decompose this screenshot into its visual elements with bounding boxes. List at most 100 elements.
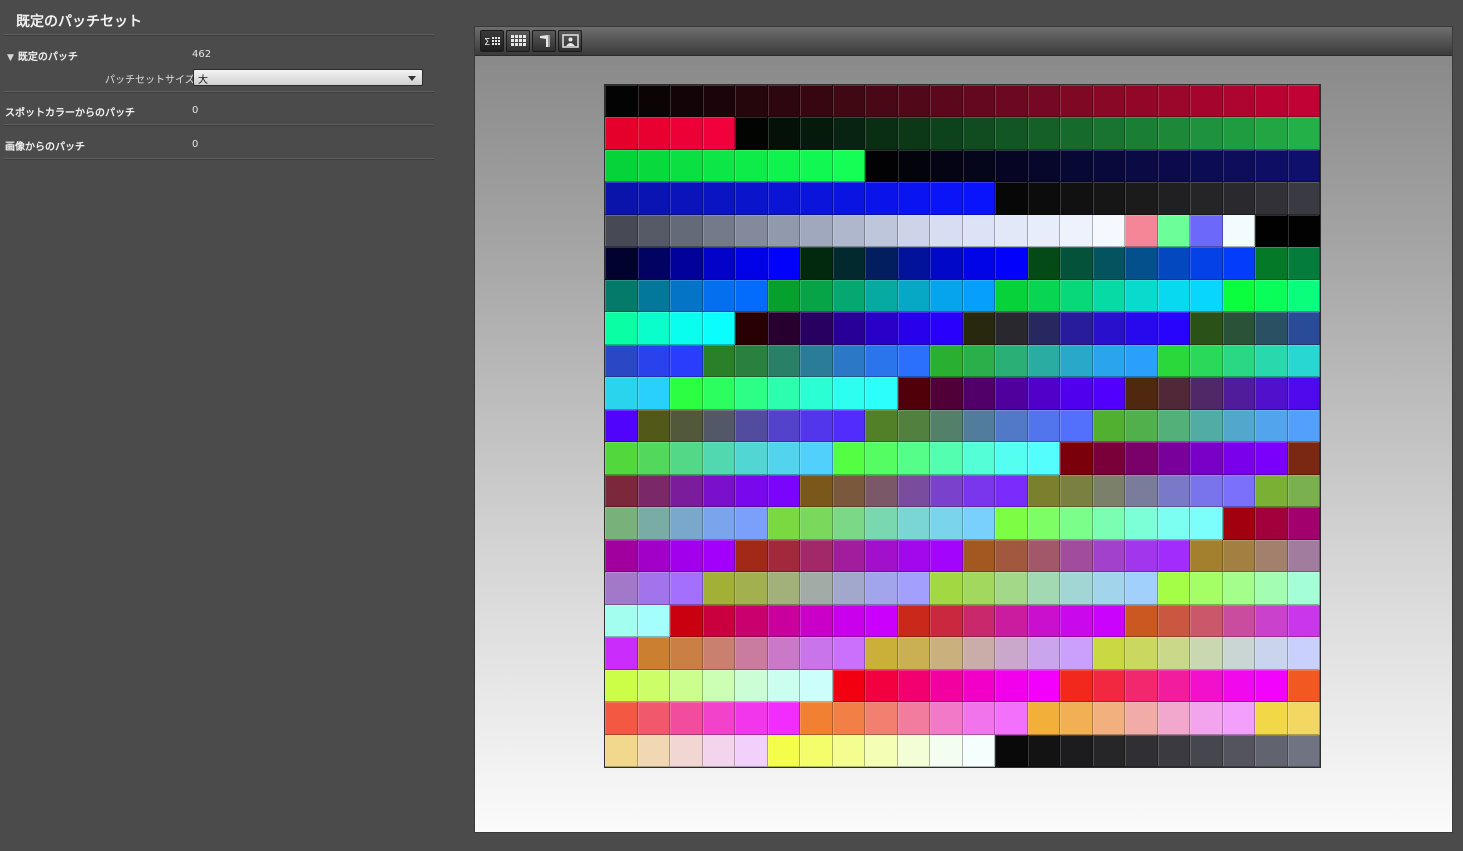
color-patch[interactable]: [1222, 572, 1255, 605]
color-patch[interactable]: [1157, 214, 1190, 248]
color-patch[interactable]: [1255, 247, 1288, 280]
color-patch[interactable]: [1125, 637, 1158, 670]
color-patch[interactable]: [1157, 507, 1190, 540]
color-patch[interactable]: [1092, 85, 1125, 118]
color-patch[interactable]: [995, 474, 1028, 508]
color-patch[interactable]: [1190, 409, 1223, 443]
color-patch[interactable]: [930, 442, 963, 475]
color-patch[interactable]: [800, 279, 833, 313]
color-patch[interactable]: [995, 604, 1028, 638]
color-patch[interactable]: [735, 247, 768, 280]
grid-view-button[interactable]: [506, 30, 530, 52]
color-patch[interactable]: [1157, 669, 1190, 703]
color-patch[interactable]: [1190, 669, 1223, 703]
color-patch[interactable]: [1157, 604, 1190, 638]
color-patch[interactable]: [670, 669, 703, 703]
color-patch[interactable]: [1190, 539, 1223, 573]
color-patch[interactable]: [605, 344, 638, 378]
color-patch[interactable]: [962, 149, 995, 183]
color-patch[interactable]: [670, 377, 703, 410]
color-patch[interactable]: [962, 507, 995, 540]
color-patch[interactable]: [962, 377, 995, 410]
color-patch[interactable]: [962, 182, 995, 215]
color-patch[interactable]: [1255, 507, 1288, 540]
color-patch[interactable]: [605, 409, 638, 443]
color-patch[interactable]: [767, 312, 800, 345]
color-patch[interactable]: [637, 734, 670, 767]
color-patch[interactable]: [1157, 702, 1190, 735]
color-patch[interactable]: [637, 637, 670, 670]
color-patch[interactable]: [605, 702, 638, 735]
color-patch[interactable]: [1125, 377, 1158, 410]
color-patch[interactable]: [800, 344, 833, 378]
color-patch[interactable]: [1255, 182, 1288, 215]
color-patch[interactable]: [670, 214, 703, 248]
color-patch[interactable]: [605, 734, 638, 767]
color-patch[interactable]: [800, 474, 833, 508]
color-patch[interactable]: [1027, 247, 1060, 280]
color-patch[interactable]: [1060, 474, 1093, 508]
color-patch[interactable]: [670, 117, 703, 150]
color-patch[interactable]: [637, 344, 670, 378]
color-patch[interactable]: [1060, 637, 1093, 670]
color-patch[interactable]: [1287, 377, 1320, 410]
color-patch[interactable]: [637, 507, 670, 540]
color-patch[interactable]: [1287, 539, 1320, 573]
color-patch[interactable]: [670, 344, 703, 378]
color-patch[interactable]: [735, 507, 768, 540]
color-patch[interactable]: [1125, 182, 1158, 215]
color-patch[interactable]: [735, 474, 768, 508]
color-patch[interactable]: [930, 279, 963, 313]
color-patch[interactable]: [637, 377, 670, 410]
color-patch[interactable]: [1060, 539, 1093, 573]
color-patch[interactable]: [962, 247, 995, 280]
color-patch[interactable]: [1125, 507, 1158, 540]
image-view-button[interactable]: [558, 30, 582, 52]
color-patch[interactable]: [637, 669, 670, 703]
color-patch[interactable]: [832, 572, 865, 605]
color-patch[interactable]: [767, 507, 800, 540]
color-patch[interactable]: [605, 637, 638, 670]
color-patch[interactable]: [605, 182, 638, 215]
color-patch[interactable]: [1222, 312, 1255, 345]
color-patch[interactable]: [832, 312, 865, 345]
color-patch[interactable]: [1027, 312, 1060, 345]
color-patch[interactable]: [605, 214, 638, 248]
color-patch[interactable]: [865, 734, 898, 767]
color-patch[interactable]: [1255, 214, 1288, 248]
color-patch[interactable]: [1027, 734, 1060, 767]
color-patch[interactable]: [930, 214, 963, 248]
color-patch[interactable]: [605, 247, 638, 280]
color-patch[interactable]: [1125, 702, 1158, 735]
color-patch[interactable]: [605, 604, 638, 638]
color-patch[interactable]: [1157, 182, 1190, 215]
color-patch[interactable]: [1125, 117, 1158, 150]
color-patch[interactable]: [832, 702, 865, 735]
color-patch[interactable]: [1092, 734, 1125, 767]
color-patch[interactable]: [767, 474, 800, 508]
color-patch[interactable]: [1060, 149, 1093, 183]
color-patch[interactable]: [962, 539, 995, 573]
color-patch[interactable]: [1060, 377, 1093, 410]
color-patch[interactable]: [897, 149, 930, 183]
color-patch[interactable]: [605, 149, 638, 183]
color-patch[interactable]: [735, 539, 768, 573]
color-patch[interactable]: [1287, 474, 1320, 508]
color-patch[interactable]: [832, 149, 865, 183]
color-patch[interactable]: [930, 539, 963, 573]
color-patch[interactable]: [735, 344, 768, 378]
color-patch[interactable]: [897, 85, 930, 118]
color-patch[interactable]: [605, 442, 638, 475]
color-patch[interactable]: [1157, 474, 1190, 508]
color-patch[interactable]: [1092, 182, 1125, 215]
color-patch[interactable]: [1222, 344, 1255, 378]
color-patch[interactable]: [1092, 474, 1125, 508]
color-patch[interactable]: [962, 312, 995, 345]
color-patch[interactable]: [767, 247, 800, 280]
color-patch[interactable]: [832, 214, 865, 248]
color-patch[interactable]: [1222, 702, 1255, 735]
color-patch[interactable]: [1222, 409, 1255, 443]
color-patch[interactable]: [767, 669, 800, 703]
color-patch[interactable]: [1190, 377, 1223, 410]
color-patch[interactable]: [1157, 312, 1190, 345]
